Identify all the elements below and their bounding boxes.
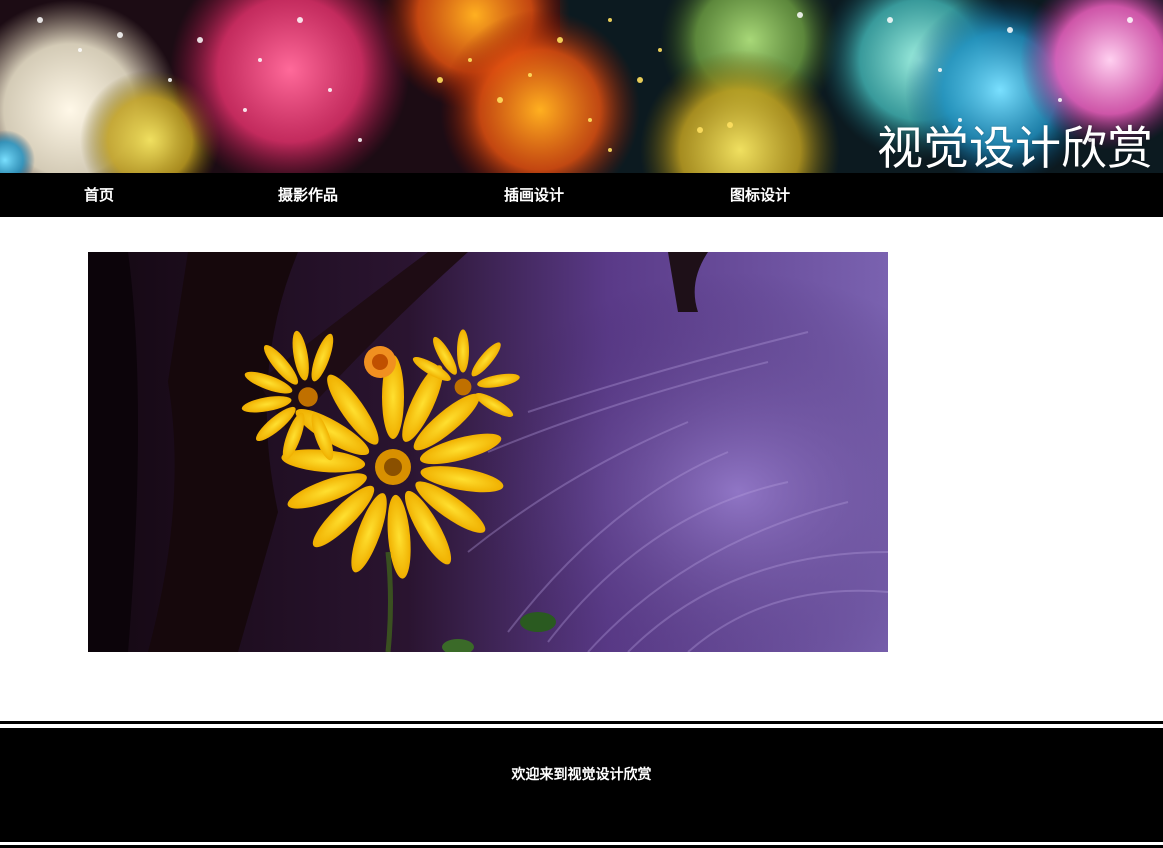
main-nav: 首页 摄影作品 插画设计 图标设计 [0, 173, 1163, 217]
nav-item-illustration[interactable]: 插画设计 [504, 173, 564, 217]
footer-divider [0, 721, 1163, 724]
hero-image [88, 252, 888, 652]
footer-text: 欢迎来到视觉设计欣赏 [511, 767, 652, 783]
nav-item-icon-design[interactable]: 图标设计 [730, 173, 790, 217]
header-banner: 视觉设计欣赏 [0, 0, 1163, 173]
flower-photo [88, 252, 888, 652]
nav-item-home[interactable]: 首页 [84, 173, 114, 217]
site-title: 视觉设计欣赏 [877, 121, 1153, 173]
footer: 欢迎来到视觉设计欣赏 [0, 728, 1163, 842]
nav-item-photography[interactable]: 摄影作品 [278, 173, 338, 217]
